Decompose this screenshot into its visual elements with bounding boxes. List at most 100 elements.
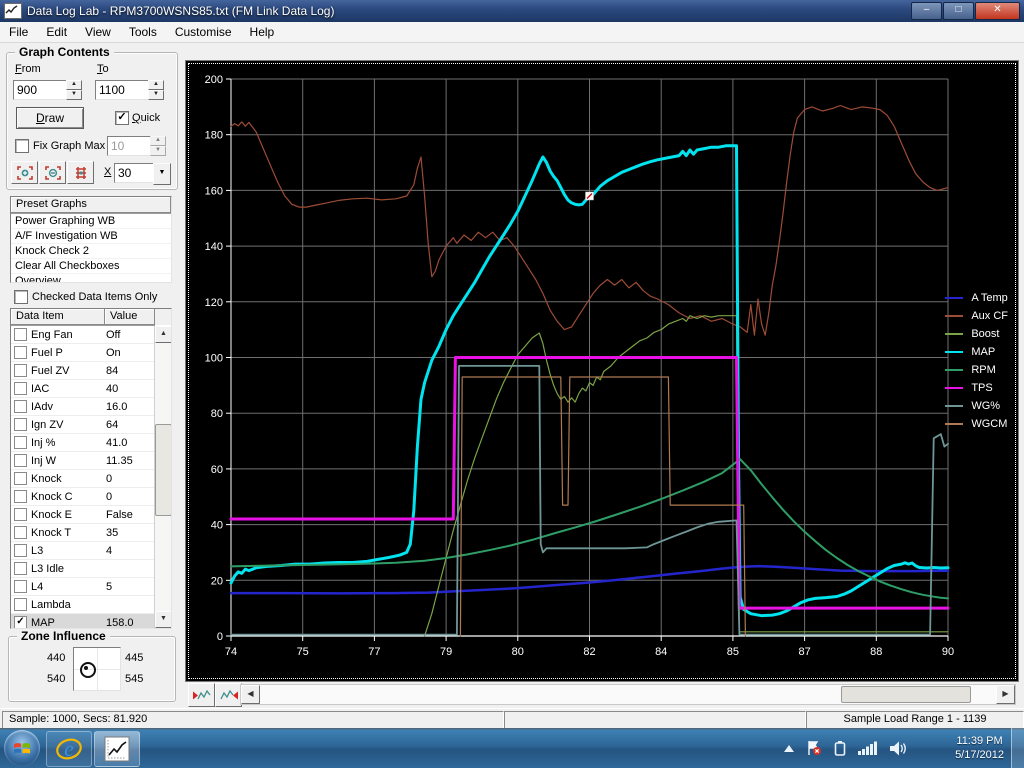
svg-text:60: 60: [211, 464, 223, 476]
table-row[interactable]: Knock EFalse: [11, 506, 155, 524]
menu-item-view[interactable]: View: [76, 23, 120, 41]
scroll-graph-right-button[interactable]: [215, 683, 242, 707]
row-checkbox[interactable]: [14, 580, 27, 593]
row-checkbox[interactable]: [14, 436, 27, 449]
preset-item[interactable]: Knock Check 2: [11, 244, 171, 259]
table-row[interactable]: Lambda: [11, 596, 155, 614]
chart-plot[interactable]: 0204060801001201401601802007475777980828…: [186, 61, 1018, 681]
menu-item-help[interactable]: Help: [241, 23, 284, 41]
status-bar: Sample: 1000, Secs: 81.920 Sample Load R…: [0, 708, 1024, 729]
table-row[interactable]: L45: [11, 578, 155, 596]
menu-item-file[interactable]: File: [0, 23, 37, 41]
row-name: Inj %: [31, 437, 106, 449]
scroll-right-arrow[interactable]: ▶: [996, 685, 1015, 704]
x-combo-dropdown[interactable]: ▼: [153, 163, 171, 185]
table-row[interactable]: L3 Idle: [11, 560, 155, 578]
zone-marker[interactable]: [80, 662, 96, 678]
row-value: 0: [106, 473, 155, 485]
minimize-button[interactable]: –: [911, 2, 942, 20]
data-item-column-header[interactable]: Data Item: [11, 309, 105, 326]
close-button[interactable]: ✕: [975, 2, 1020, 20]
table-row[interactable]: Knock0: [11, 470, 155, 488]
table-scrollbar-thumb[interactable]: [155, 424, 172, 516]
row-checkbox[interactable]: [14, 526, 27, 539]
taskbar-datalog-button[interactable]: [94, 731, 140, 767]
table-row[interactable]: Fuel ZV84: [11, 362, 155, 380]
to-input[interactable]: 1100: [95, 80, 149, 100]
show-desktop-button[interactable]: [1011, 728, 1024, 768]
row-checkbox[interactable]: [14, 382, 27, 395]
speaker-icon[interactable]: [890, 741, 908, 756]
legend-swatch: [945, 387, 963, 390]
network-signal-icon[interactable]: [858, 741, 878, 755]
table-row[interactable]: L34: [11, 542, 155, 560]
from-spinner[interactable]: ▲▼: [66, 80, 82, 100]
taskbar-ie-button[interactable]: e: [46, 731, 92, 767]
zoom-reset-button[interactable]: [67, 161, 94, 184]
draw-button[interactable]: Draw: [16, 107, 84, 129]
table-row[interactable]: Fuel POn: [11, 344, 155, 362]
graph-scrollbar[interactable]: ◀ ▶: [240, 684, 1016, 705]
row-checkbox[interactable]: [14, 562, 27, 575]
scroll-down-arrow[interactable]: ▼: [155, 611, 172, 628]
row-checkbox[interactable]: [14, 364, 27, 377]
row-name: Knock T: [31, 527, 106, 539]
row-checkbox[interactable]: [14, 544, 27, 557]
preset-item[interactable]: Power Graphing WB: [11, 214, 171, 229]
table-row[interactable]: Knock C0: [11, 488, 155, 506]
menu-item-edit[interactable]: Edit: [37, 23, 76, 41]
table-row[interactable]: ✓MAP158.0: [11, 614, 155, 628]
zone-bottom-left: 540: [47, 673, 65, 685]
maximize-button[interactable]: □: [943, 2, 974, 20]
menu-item-tools[interactable]: Tools: [120, 23, 166, 41]
table-row[interactable]: IAdv16.0: [11, 398, 155, 416]
preset-item[interactable]: A/F Investigation WB: [11, 229, 171, 244]
table-row[interactable]: Inj %41.0: [11, 434, 155, 452]
scroll-left-arrow[interactable]: ◀: [241, 685, 260, 704]
graph-scrollbar-thumb[interactable]: [841, 686, 971, 703]
scroll-graph-left-button[interactable]: [188, 683, 215, 707]
table-row[interactable]: IAC40: [11, 380, 155, 398]
legend-entry: MAP: [945, 343, 1008, 361]
legend-label: MAP: [971, 346, 995, 358]
x-combo-value[interactable]: 30: [114, 163, 158, 183]
row-name: MAP: [31, 617, 106, 629]
preset-graphs-header[interactable]: Preset Graphs: [11, 197, 171, 214]
chart-panel[interactable]: 0204060801001201401601802007475777980828…: [185, 60, 1019, 682]
preset-item[interactable]: Overview: [11, 274, 171, 283]
to-spinner[interactable]: ▲▼: [148, 80, 164, 100]
row-checkbox[interactable]: [14, 400, 27, 413]
zone-influence-pad[interactable]: [73, 647, 121, 691]
row-name: L4: [31, 581, 106, 593]
quick-checkbox[interactable]: ✓: [115, 111, 129, 125]
from-input[interactable]: 900: [13, 80, 67, 100]
scroll-up-arrow[interactable]: ▲: [155, 326, 172, 343]
table-row[interactable]: Knock T35: [11, 524, 155, 542]
zone-top-left: 440: [47, 652, 65, 664]
row-checkbox[interactable]: [14, 508, 27, 521]
fix-graph-max-checkbox[interactable]: [15, 139, 29, 153]
table-row[interactable]: Eng FanOff: [11, 326, 155, 344]
taskbar-clock[interactable]: 11:39 PM 5/17/2012: [955, 734, 1004, 762]
table-row[interactable]: Ign ZV64: [11, 416, 155, 434]
row-checkbox[interactable]: [14, 346, 27, 359]
row-checkbox[interactable]: ✓: [14, 616, 27, 628]
table-scrollbar[interactable]: ▲ ▼: [154, 326, 171, 628]
zoom-out-button[interactable]: [39, 161, 66, 184]
row-checkbox[interactable]: [14, 472, 27, 485]
preset-item[interactable]: Clear All Checkboxes: [11, 259, 171, 274]
row-checkbox[interactable]: [14, 454, 27, 467]
menu-item-customise[interactable]: Customise: [166, 23, 241, 41]
checked-only-checkbox[interactable]: [14, 290, 28, 304]
table-row[interactable]: Inj W11.35: [11, 452, 155, 470]
row-checkbox[interactable]: [14, 418, 27, 431]
row-checkbox[interactable]: [14, 490, 27, 503]
battery-icon[interactable]: [834, 740, 846, 756]
row-checkbox[interactable]: [14, 598, 27, 611]
action-center-flag-icon[interactable]: [806, 740, 822, 756]
hidden-icons-arrow[interactable]: [784, 745, 794, 752]
value-column-header[interactable]: Value: [105, 309, 155, 326]
start-button[interactable]: [4, 730, 40, 766]
zoom-in-button[interactable]: [11, 161, 38, 184]
row-checkbox[interactable]: [14, 328, 27, 341]
